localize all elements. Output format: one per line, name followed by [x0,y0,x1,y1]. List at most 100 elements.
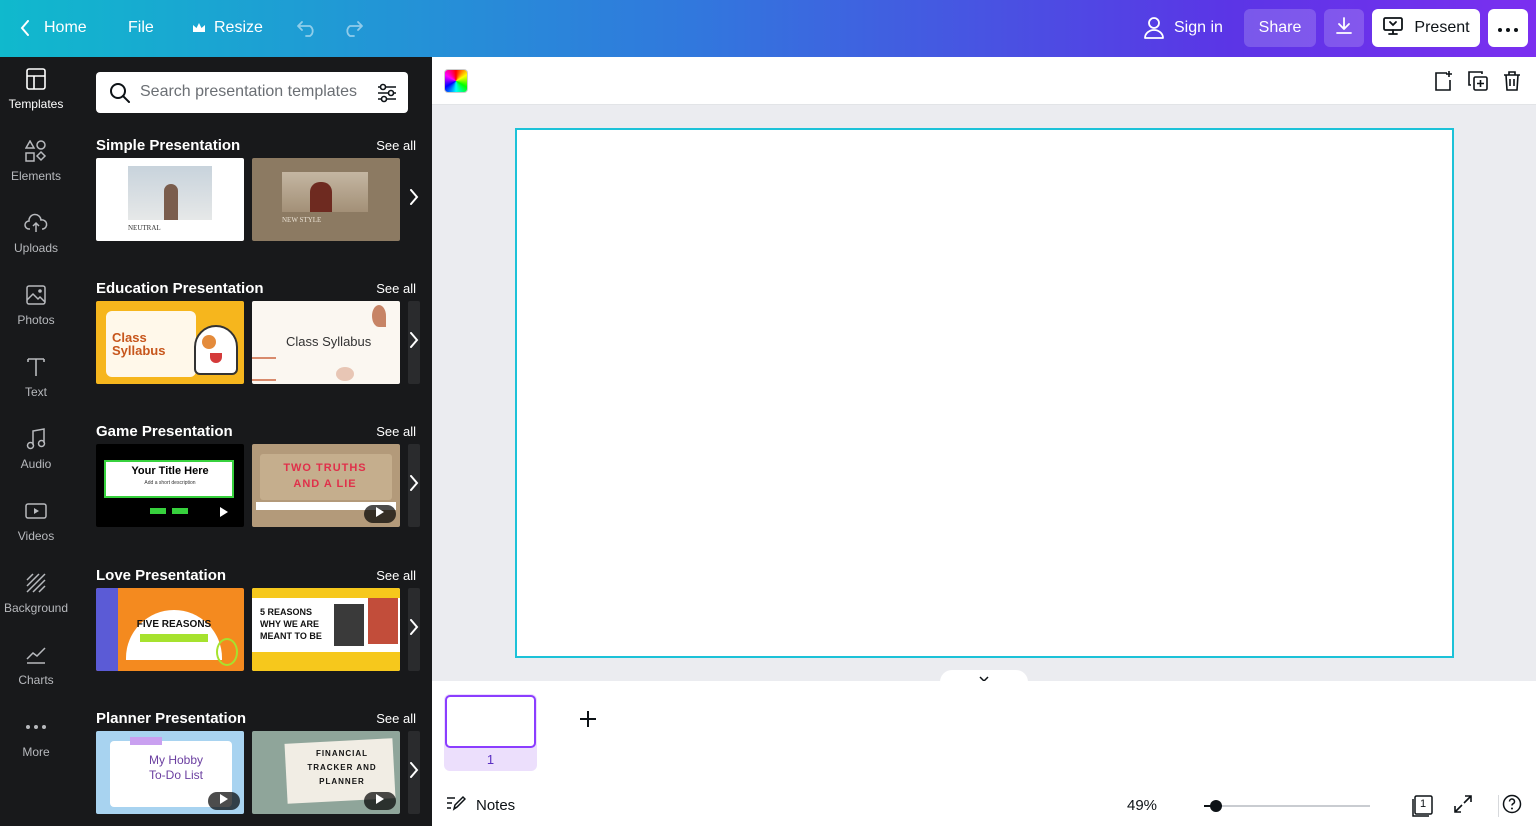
template-photo [282,172,368,212]
section-planner-presentation: Planner Presentation See all My Hobby To… [96,710,432,826]
zoom-slider[interactable] [1204,799,1370,813]
top-bar: Home File Resize Sign in Share Present [0,0,1536,57]
rail-label-audio: Audio [20,457,52,471]
file-label: File [128,19,154,36]
template-thumbnail[interactable]: My Hobby To-Do List [96,731,244,814]
present-button[interactable]: Present [1372,9,1480,47]
notes-button[interactable]: Notes [446,795,515,815]
play-badge [364,792,396,810]
share-label: Share [1258,19,1302,36]
image-icon [24,283,48,307]
rail-item-videos[interactable]: Videos [0,489,72,553]
template-photo [128,166,212,220]
undo-button[interactable] [296,12,318,44]
template-text: Class Syllabus [286,334,372,349]
presentation-screen-icon [1382,16,1404,41]
template-thumbnail[interactable]: 5 REASONS WHY WE ARE MEANT TO BE [252,588,400,671]
page-count: 1 [1420,798,1427,810]
rail-item-photos[interactable]: Photos [0,273,72,337]
see-all-link[interactable]: See all [376,281,416,296]
section-title: Simple Presentation [96,137,241,154]
template-thumbnail[interactable]: NEW STYLE [252,158,400,241]
share-button[interactable]: Share [1244,9,1316,47]
rail-item-more[interactable]: More [0,705,72,769]
add-page-button[interactable] [578,709,598,737]
cat-illustration [194,325,238,375]
rail-item-background[interactable]: Background [0,561,72,625]
add-page-icon[interactable] [1431,69,1455,93]
rail-item-audio[interactable]: Audio [0,417,72,481]
zoom-level[interactable]: 49% [1127,797,1157,814]
file-menu-button[interactable]: File [128,12,154,44]
rail-item-charts[interactable]: Charts [0,633,72,697]
rail-label-photos: Photos [17,313,55,327]
play-icon [219,505,229,523]
chevron-right-icon [409,762,419,783]
redo-icon [342,19,364,37]
line-chart-icon [24,643,48,667]
rail-label-charts: Charts [18,673,54,687]
see-all-link[interactable]: See all [376,424,416,439]
play-icon [375,505,385,523]
template-thumbnail[interactable]: NEUTRAL [96,158,244,241]
page-number: 1 [486,752,495,767]
rail-item-elements[interactable]: Elements [0,129,72,193]
template-thumbnail[interactable]: TWO TRUTHS AND A LIE [252,444,400,527]
notes-label: Notes [476,796,516,814]
section-title: Education Presentation [96,280,264,297]
template-text: NEUTRAL [128,224,161,232]
notes-pen-icon [446,795,467,815]
rail-item-uploads[interactable]: Uploads [0,201,72,265]
templates-icon [24,67,48,91]
template-thumbnail[interactable]: Class Syllabus [252,301,400,384]
play-badge [208,792,240,810]
template-text: TWO TRUTHS AND A LIE [283,462,367,490]
trash-icon[interactable] [1500,69,1524,93]
chevron-right-icon [409,619,419,640]
see-all-link[interactable]: See all [376,138,416,153]
template-thumbnail[interactable]: Your Title Here Add a short description [96,444,244,527]
rail-item-templates[interactable]: Templates [0,57,72,121]
play-badge [364,505,396,523]
carousel-next-button[interactable] [400,158,428,241]
template-thumbnail[interactable]: FIVE REASONS [96,588,244,671]
duplicate-page-icon[interactable] [1466,69,1490,93]
template-thumbnail[interactable]: FINANCIAL TRACKER AND PLANNER [252,731,400,814]
carousel-next-button[interactable] [400,301,428,384]
template-thumbnail[interactable]: Class Syllabus [96,301,244,384]
filter-sliders-icon[interactable] [376,82,398,109]
slide-canvas[interactable] [515,128,1454,658]
section-title: Planner Presentation [96,710,247,727]
template-search-input[interactable] [140,80,360,104]
more-options-button[interactable] [1488,9,1528,47]
search-icon [109,82,131,109]
home-button[interactable]: Home [20,12,87,44]
pages-count-icon: 1 [1412,795,1434,817]
page-grid-button[interactable]: 1 [1412,795,1434,817]
pattern-icon [24,571,48,595]
carousel-next-button[interactable] [400,444,428,527]
sign-in-button[interactable]: Sign in [1144,12,1223,44]
rail-label-elements: Elements [10,169,62,183]
play-icon [219,792,229,810]
background-color-swatch[interactable] [444,69,468,93]
rail-label-uploads: Uploads [13,241,59,255]
section-title: Game Presentation [96,423,233,440]
redo-button[interactable] [342,12,364,44]
download-button[interactable] [1324,9,1364,47]
carousel-next-button[interactable] [400,588,428,671]
zoom-slider-knob[interactable] [1210,800,1222,812]
download-icon [1335,16,1353,40]
fullscreen-button[interactable] [1452,794,1474,817]
template-subtext: Add a short description [144,480,196,486]
rail-item-text[interactable]: Text [0,345,72,409]
help-button[interactable] [1501,794,1523,817]
carousel-next-button[interactable] [400,731,428,814]
see-all-link[interactable]: See all [376,711,416,726]
resize-button[interactable]: Resize [192,12,263,44]
rail-label-text: Text [24,385,47,399]
see-all-link[interactable]: See all [376,568,416,583]
template-search-box [96,72,408,113]
page-thumbnail[interactable]: 1 [444,694,537,771]
template-text: FINANCIAL TRACKER AND PLANNER [307,749,377,786]
